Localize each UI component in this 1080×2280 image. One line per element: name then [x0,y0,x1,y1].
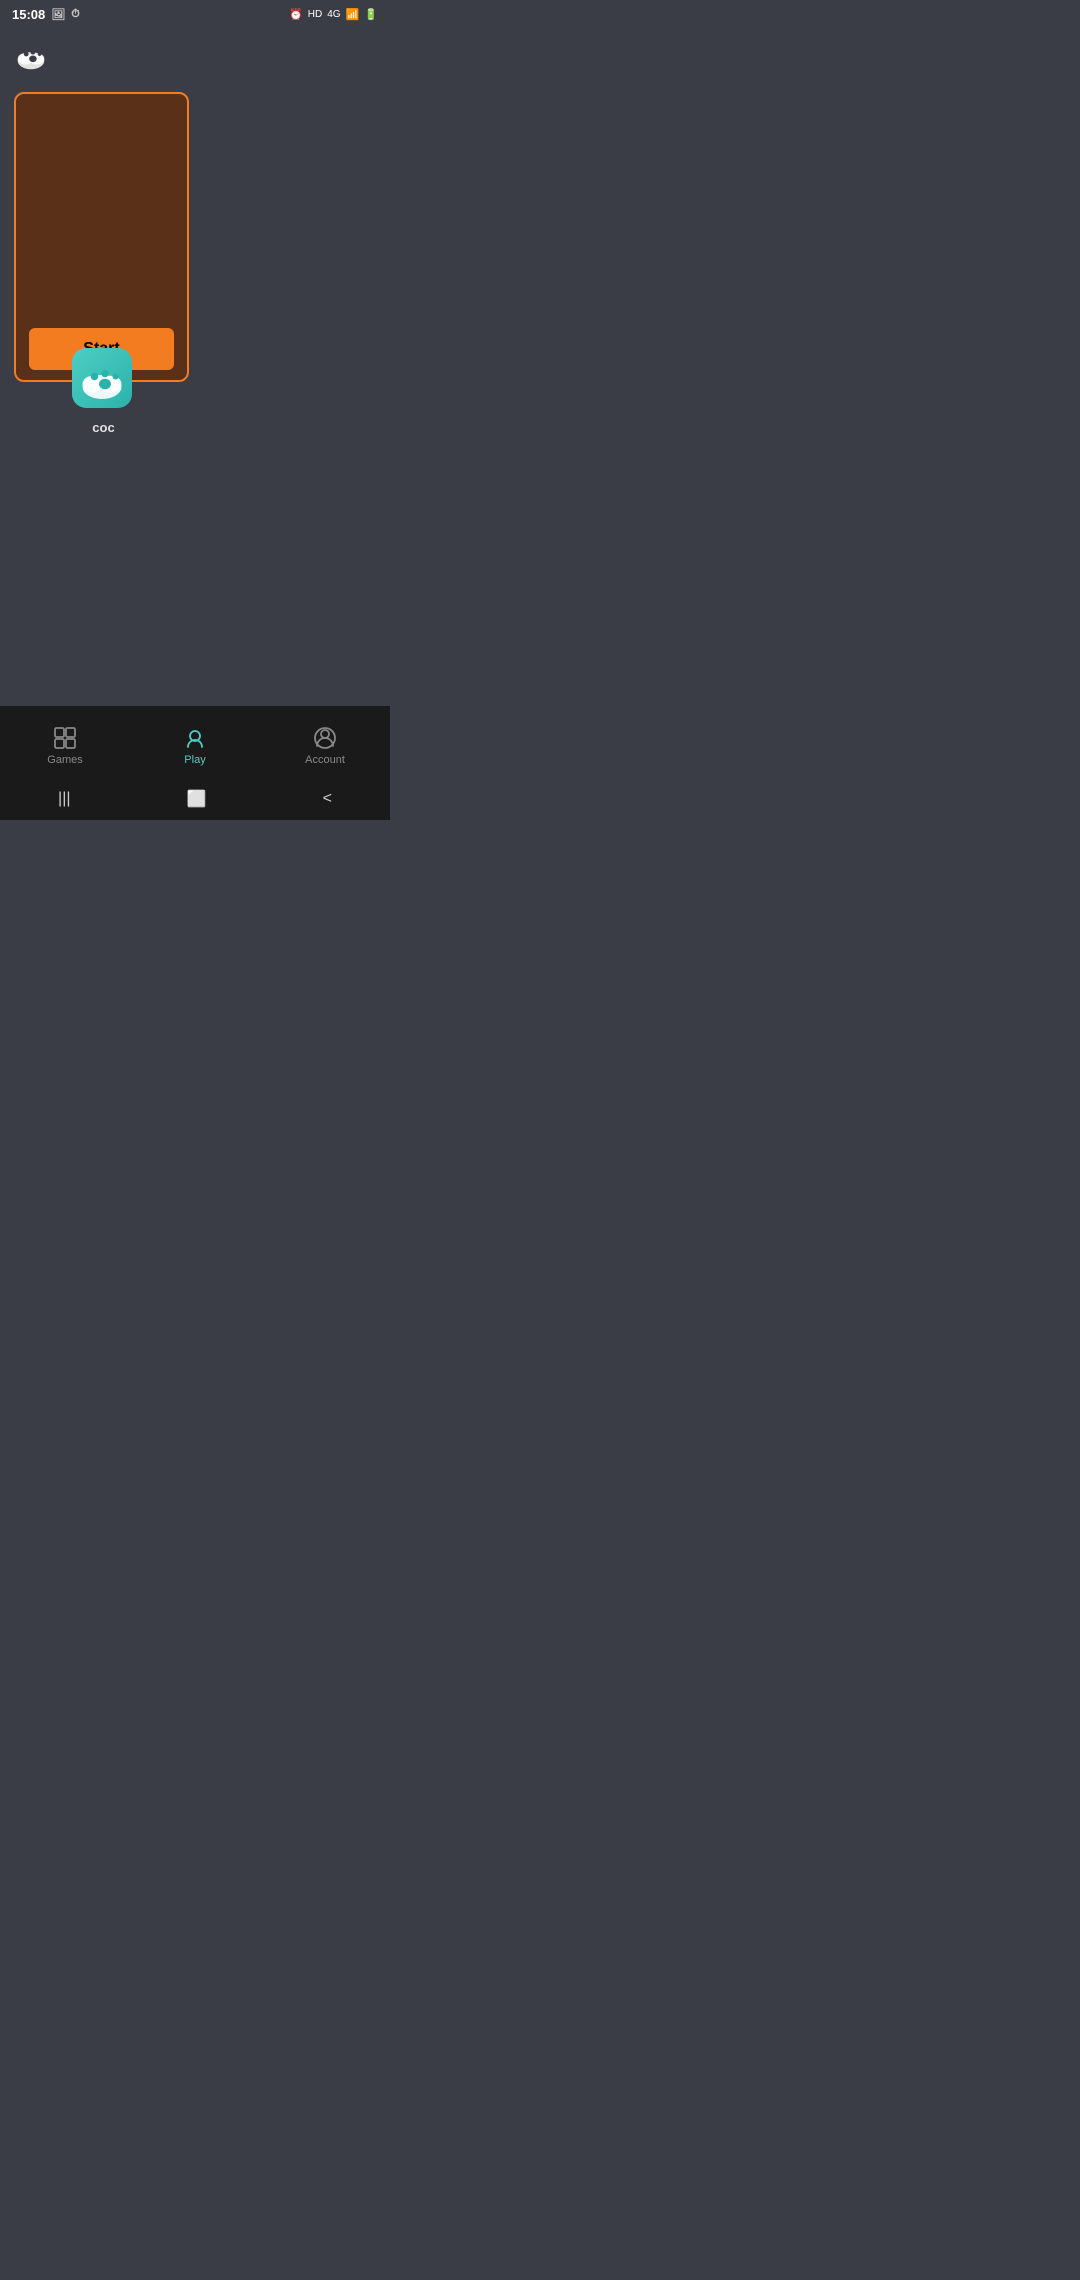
app-logo [12,36,50,74]
game-card-inner [26,104,177,328]
nav-item-games[interactable]: Games [0,718,130,766]
app-header [0,28,390,82]
main-content: Start coc [0,82,390,706]
game-label: coc [16,420,191,435]
bottom-nav: Games Play Account [0,706,390,778]
home-button[interactable]: ⬜ [187,789,207,809]
play-label: Play [184,754,205,766]
game-icon [72,348,132,408]
gallery-icon: 🖼 [51,8,65,21]
network-type: 4G [327,9,340,20]
battery-icon: 🔋 [364,8,378,21]
back-button[interactable]: < [323,790,332,808]
play-icon [183,726,207,750]
nav-item-account[interactable]: Account [260,718,390,766]
recent-apps-button[interactable]: ||| [58,790,70,808]
games-label: Games [47,754,82,766]
clock-time: 15:08 [12,7,45,22]
alarm-icon: ⏰ [289,8,303,21]
account-icon [313,726,337,750]
hd-label: HD [308,9,322,20]
account-label: Account [305,754,345,766]
status-right: ⏰ HD 4G 📶 🔋 [289,8,378,21]
status-left: 15:08 🖼 ⏱ [12,7,80,22]
game-card: Start [14,92,189,382]
nav-item-play[interactable]: Play [130,718,260,766]
android-nav-bar: ||| ⬜ < [0,778,390,820]
games-icon [53,726,77,750]
timer-icon: ⏱ [71,8,80,21]
status-bar: 15:08 🖼 ⏱ ⏰ HD 4G 📶 🔋 [0,0,390,28]
signal-icon: 📶 [346,8,360,21]
